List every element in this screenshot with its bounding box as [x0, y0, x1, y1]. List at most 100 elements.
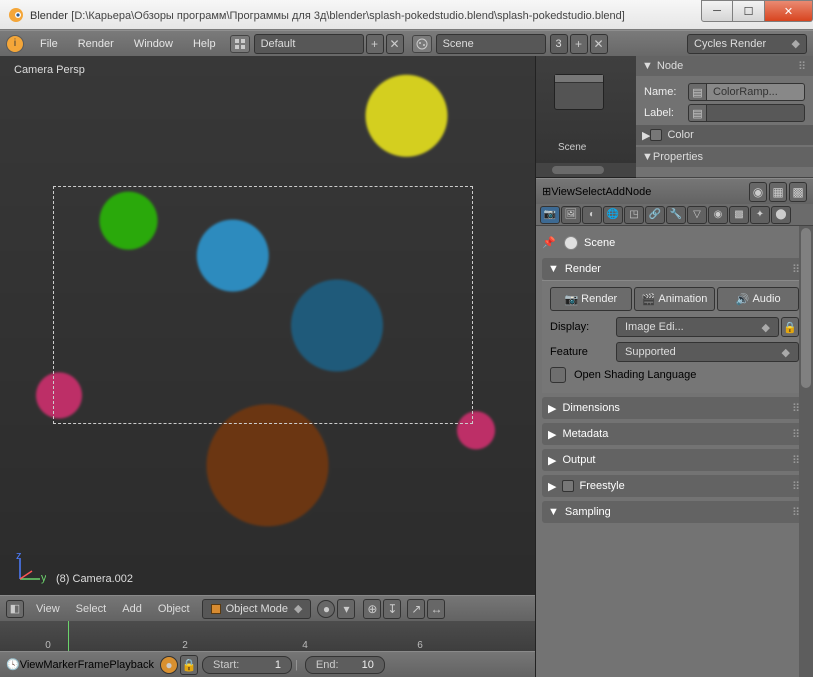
screen-layout-dropdown[interactable]: Default	[254, 34, 364, 54]
menu-help[interactable]: Help	[183, 35, 226, 53]
node-panel-header[interactable]: ▼Node⠿	[636, 56, 813, 76]
tl-menu-playback[interactable]: Playback	[109, 659, 154, 671]
menu-file[interactable]: File	[30, 35, 68, 53]
close-button[interactable]: ✕	[765, 0, 813, 22]
timeline-area[interactable]: 0 2 4 6	[0, 621, 535, 651]
tl-menu-frame[interactable]: Frame	[78, 659, 110, 671]
context-material-icon[interactable]: ◉	[708, 206, 728, 224]
minimize-button[interactable]: ─	[701, 0, 733, 22]
node-tree-type-shader-icon[interactable]: ◉	[749, 182, 767, 202]
mode-dropdown[interactable]: Object Mode◆	[202, 599, 312, 619]
scene-add-button[interactable]: +	[570, 34, 588, 54]
render-panel-header[interactable]: ▼Render⠿	[542, 258, 807, 280]
shading-dropdown-icon[interactable]: ▾	[337, 599, 355, 619]
editor-type-timeline-icon[interactable]: 🕓	[6, 658, 20, 671]
node-label-icon[interactable]: ▤	[688, 104, 706, 122]
node-tree-type-texture-icon[interactable]: ▩	[789, 182, 807, 202]
output-panel-header[interactable]: ▶Output⠿	[542, 449, 807, 471]
breadcrumb-scene[interactable]: Scene	[584, 237, 615, 249]
feature-set-dropdown[interactable]: Supported◆	[616, 342, 799, 362]
audio-button[interactable]: 🔊Audio	[717, 287, 799, 311]
screen-layout-add-button[interactable]: +	[366, 34, 384, 54]
node-scrollbar[interactable]	[536, 163, 636, 177]
vp-menu-select[interactable]: Select	[68, 600, 115, 618]
maximize-button[interactable]: ☐	[733, 0, 765, 22]
osl-checkbox[interactable]	[550, 367, 566, 383]
display-dropdown[interactable]: Image Edi...◆	[616, 317, 779, 337]
editor-type-3dview-icon[interactable]: ◧	[6, 600, 24, 618]
vp-menu-view[interactable]: View	[28, 600, 68, 618]
timeline-tick: 0	[45, 640, 51, 651]
manipulator-translate-icon[interactable]: ↔	[427, 599, 445, 619]
end-frame-field[interactable]: End:10	[305, 656, 385, 674]
ne-menu-select[interactable]: Select	[575, 186, 606, 198]
chevron-right-icon: ▶	[642, 129, 650, 142]
pin-icon[interactable]: 📌	[542, 236, 556, 250]
freestyle-panel-header[interactable]: ▶Freestyle⠿	[542, 475, 807, 497]
node-editor[interactable]: Scene	[536, 56, 636, 178]
context-render-icon[interactable]: 📷	[540, 206, 560, 224]
ne-menu-add[interactable]: Add	[605, 186, 625, 198]
lock-interface-icon[interactable]: 🔒	[781, 317, 799, 337]
properties-scroll-thumb[interactable]	[801, 228, 811, 388]
timeline-cursor[interactable]	[68, 621, 69, 651]
layout-browse-icon[interactable]	[230, 35, 250, 53]
node-canvas[interactable]: Scene	[536, 56, 636, 163]
ne-menu-node[interactable]: Node	[625, 186, 651, 198]
3d-viewport[interactable]: Camera Persp z y (8) Camera.002	[0, 56, 535, 595]
node-scroll-thumb[interactable]	[552, 166, 604, 174]
svg-text:z: z	[16, 553, 22, 562]
context-render-layers-icon[interactable]: 🖼	[561, 206, 581, 224]
tl-menu-view[interactable]: View	[20, 659, 44, 671]
node-properties-section[interactable]: ▼Properties	[636, 147, 813, 167]
timeline-ruler[interactable]: 0 2 4 6	[0, 621, 535, 651]
node-color-section[interactable]: ▶Color	[636, 125, 813, 145]
node-rect[interactable]	[554, 74, 604, 110]
metadata-panel-header[interactable]: ▶Metadata⠿	[542, 423, 807, 445]
tl-menu-marker[interactable]: Marker	[43, 659, 77, 671]
node-label-field[interactable]	[706, 104, 805, 122]
start-frame-field[interactable]: Start:1	[202, 656, 292, 674]
manipulator-icon[interactable]: ↗	[407, 599, 425, 619]
render-engine-dropdown[interactable]: Cycles Render◆	[687, 34, 807, 54]
scene-browse-icon[interactable]	[412, 35, 432, 53]
sampling-panel-header[interactable]: ▼Sampling⠿	[542, 501, 807, 523]
color-swatch[interactable]	[650, 129, 662, 141]
scene-delete-button[interactable]: ✕	[590, 34, 608, 54]
dimensions-panel-header[interactable]: ▶Dimensions⠿	[542, 397, 807, 419]
context-modifiers-icon[interactable]: 🔧	[666, 206, 686, 224]
context-data-icon[interactable]: ▽	[687, 206, 707, 224]
scene-users-count[interactable]: 3	[550, 34, 568, 54]
animation-button[interactable]: 🎬Animation	[634, 287, 716, 311]
context-physics-icon[interactable]: ⬤	[771, 206, 791, 224]
pivot-align-icon[interactable]: ↧	[383, 599, 401, 619]
node-browse-icon[interactable]: ▤	[688, 83, 706, 101]
node-name-label: Name:	[644, 86, 688, 98]
grip-icon[interactable]: ⠿	[798, 60, 807, 73]
node-tree-type-compositor-icon[interactable]: ▦	[769, 182, 787, 202]
shading-icon[interactable]: ●	[317, 600, 335, 618]
pivot-icon[interactable]: ⊕	[363, 599, 381, 619]
editor-type-icon[interactable]: i	[6, 35, 24, 53]
menu-render[interactable]: Render	[68, 35, 124, 53]
render-button[interactable]: 📷Render	[550, 287, 632, 311]
menu-window[interactable]: Window	[124, 35, 183, 53]
properties-scrollbar[interactable]	[799, 226, 813, 677]
node-name-field[interactable]: ColorRamp...	[706, 83, 805, 101]
context-texture-icon[interactable]: ▩	[729, 206, 749, 224]
view-perspective-label: Camera Persp	[14, 64, 85, 76]
context-scene-icon[interactable]: ◐	[582, 206, 602, 224]
freestyle-checkbox[interactable]	[562, 480, 574, 492]
editor-type-node-icon[interactable]: ⊞	[542, 185, 551, 198]
scene-dropdown[interactable]: Scene	[436, 34, 546, 54]
context-constraints-icon[interactable]: 🔗	[645, 206, 665, 224]
vp-menu-add[interactable]: Add	[114, 600, 150, 618]
vp-menu-object[interactable]: Object	[150, 600, 198, 618]
ne-menu-view[interactable]: View	[551, 186, 575, 198]
context-object-icon[interactable]: ◳	[624, 206, 644, 224]
context-particles-icon[interactable]: ✦	[750, 206, 770, 224]
screen-layout-delete-button[interactable]: ✕	[386, 34, 404, 54]
autokey-record-icon[interactable]: ●	[160, 656, 178, 674]
autokey-lock-icon[interactable]: 🔒	[180, 655, 198, 675]
context-world-icon[interactable]: 🌐	[603, 206, 623, 224]
